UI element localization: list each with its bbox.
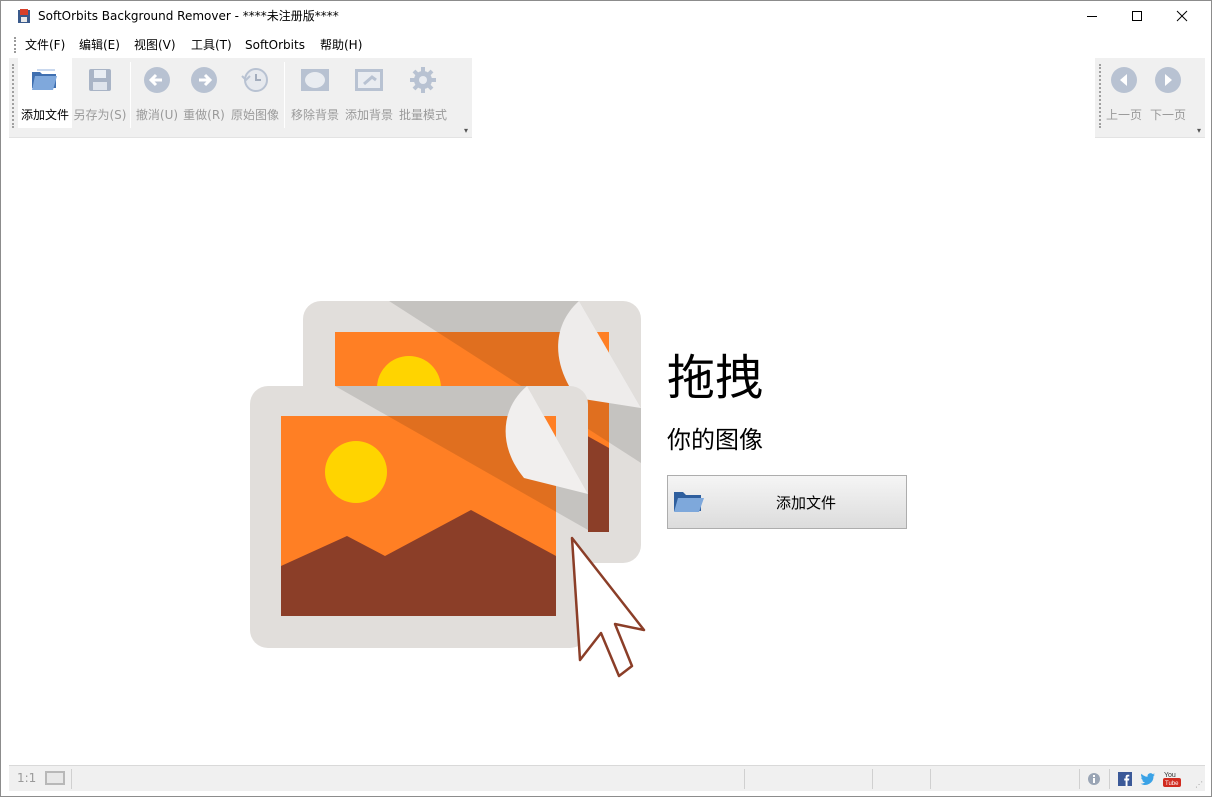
twitter-icon[interactable]: [1140, 771, 1156, 787]
drag-title: 拖拽: [667, 350, 764, 406]
toolbar-label: 重做(R): [183, 108, 225, 122]
minimize-button[interactable]: [1069, 1, 1115, 31]
app-logo-icon: [18, 9, 30, 23]
toolbar-separator: [130, 62, 131, 128]
remove-background-button[interactable]: 移除背景: [289, 58, 341, 128]
status-bar: 1:1 You Tube ⋰: [9, 765, 1205, 791]
open-folder-icon: [32, 69, 57, 90]
undo-arrow-icon: [144, 67, 170, 93]
status-panel-3: [872, 769, 930, 789]
menu-grip[interactable]: [14, 37, 16, 53]
history-clock-icon: [241, 68, 268, 92]
title-bar: SoftOrbits Background Remover - ****未注册版…: [1, 1, 1211, 32]
add-file-toolbar-button[interactable]: 添加文件: [18, 58, 72, 128]
original-image-button[interactable]: 原始图像: [229, 58, 281, 128]
toolbar-label: 原始图像: [230, 108, 279, 122]
add-file-button[interactable]: 添加文件: [667, 475, 907, 529]
menu-view[interactable]: 视图(V): [134, 37, 176, 53]
remove-background-icon: [301, 69, 329, 91]
close-button[interactable]: [1159, 1, 1205, 31]
toolbar-label: 下一页: [1149, 108, 1186, 122]
redo-button[interactable]: 重做(R): [182, 58, 226, 128]
toolbar-label: 批量模式: [398, 108, 447, 122]
toolbar-grip[interactable]: [12, 64, 14, 128]
maximize-icon: [1132, 11, 1142, 21]
toolbar-separator: [284, 62, 285, 128]
gear-icon: [410, 67, 436, 93]
add-background-button[interactable]: 添加背景: [343, 58, 395, 128]
status-panel-2: [744, 769, 872, 789]
zoom-actual-size-button[interactable]: 1:1: [17, 771, 36, 785]
drop-zone[interactable]: 拖拽 你的图像 添加文件: [9, 138, 1205, 765]
menu-help[interactable]: 帮助(H): [320, 37, 362, 53]
resize-grip[interactable]: ⋰: [1195, 780, 1203, 789]
menu-tools[interactable]: 工具(T): [191, 37, 232, 53]
status-panel-4: [930, 769, 1079, 789]
app-window: SoftOrbits Background Remover - ****未注册版…: [0, 0, 1212, 797]
floppy-disk-icon: [89, 69, 111, 91]
toolbar-label: 撤消(U): [135, 108, 179, 122]
menu-bar: 文件(F) 编辑(E) 视图(V) 工具(T) SoftOrbits 帮助(H): [1, 32, 1211, 57]
redo-arrow-icon: [191, 67, 217, 93]
undo-button[interactable]: 撤消(U): [135, 58, 179, 128]
toolbar-label: 移除背景: [290, 108, 339, 122]
add-file-button-label: 添加文件: [775, 494, 836, 512]
toolbar-label: 另存为(S): [73, 108, 127, 122]
next-page-button[interactable]: 下一页: [1147, 58, 1189, 128]
toolbar-label: 上一页: [1105, 108, 1142, 122]
previous-page-icon: [1111, 67, 1137, 93]
svg-text:You: You: [1164, 772, 1176, 779]
info-icon[interactable]: [1086, 771, 1102, 787]
close-icon: [1176, 10, 1188, 22]
facebook-icon[interactable]: [1117, 771, 1133, 787]
menu-file[interactable]: 文件(F): [25, 37, 65, 53]
youtube-icon[interactable]: You Tube: [1162, 771, 1182, 787]
toolbar-label: 添加背景: [344, 108, 393, 122]
save-as-button[interactable]: 另存为(S): [72, 58, 128, 128]
main-toolbar: 添加文件 另存为(S) 撤消(U) 重做(R) 原始图像 移除背景 添加背景 批…: [9, 58, 472, 138]
drag-images-illustration: [250, 301, 646, 678]
next-page-icon: [1155, 67, 1181, 93]
navigation-toolbar: 上一页 下一页 ▾: [1095, 58, 1205, 138]
window-title: SoftOrbits Background Remover - ****未注册版…: [38, 9, 339, 23]
add-background-icon: [355, 69, 383, 91]
toolbar-overflow-icon[interactable]: ▾: [464, 127, 468, 135]
maximize-button[interactable]: [1114, 1, 1160, 31]
status-panel-main: [71, 769, 744, 789]
toolbar-grip[interactable]: [1099, 64, 1101, 128]
minimize-icon: [1087, 16, 1097, 17]
batch-mode-button[interactable]: 批量模式: [397, 58, 449, 128]
toolbar-overflow-icon[interactable]: ▾: [1197, 127, 1201, 135]
svg-text:Tube: Tube: [1165, 781, 1179, 787]
previous-page-button[interactable]: 上一页: [1103, 58, 1145, 128]
toolbar-label: 添加文件: [20, 108, 69, 122]
drag-subtitle: 你的图像: [667, 426, 763, 454]
menu-softorbits[interactable]: SoftOrbits: [245, 37, 305, 53]
fit-to-window-icon[interactable]: [45, 771, 65, 785]
menu-edit[interactable]: 编辑(E): [79, 37, 120, 53]
